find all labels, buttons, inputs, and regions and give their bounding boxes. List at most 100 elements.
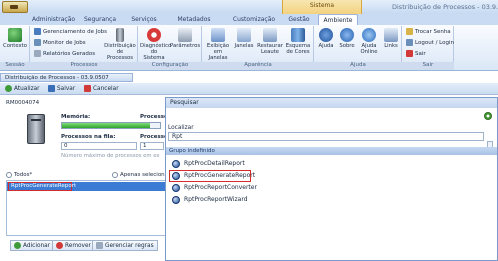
diagnostico-button[interactable]: Diagnóstico do Sistema: [140, 28, 171, 61]
sobre-label: Sobre: [339, 43, 355, 49]
gerenciamento-jobs-label: Gerenciamento de Jobs: [43, 28, 108, 35]
parametros-label: Parâmetros: [170, 43, 201, 49]
tab-servicos[interactable]: Serviços: [130, 14, 158, 25]
radio-apenas-circle[interactable]: [112, 172, 118, 178]
processos-label-cut-2: Processo: [140, 134, 168, 140]
exit-icon: [406, 50, 413, 57]
result-item-label: RptProcReportConverter: [184, 184, 257, 191]
radio-todos[interactable]: Todos*: [6, 172, 32, 178]
report-item-icon: [172, 184, 180, 192]
localizar-label: Localizar: [168, 125, 194, 131]
cancel-icon: [84, 85, 91, 92]
tab-gestao[interactable]: Gestão: [286, 14, 312, 25]
remover-button[interactable]: Remover: [52, 240, 95, 251]
context-tab-label: Sistema: [309, 2, 335, 9]
result-item[interactable]: RptProcDetailReport: [172, 159, 245, 169]
cancelar-label: Cancelar: [93, 85, 119, 92]
relatorios-gerados-button[interactable]: Relatórios Gerados: [34, 50, 95, 57]
max-processos-hint: Número máximo de processos em ex: [61, 153, 160, 159]
jobs-icon: [34, 28, 41, 35]
search-dialog-title: Pesquisar: [166, 98, 497, 108]
radio-apenas-selecionados[interactable]: Apenas selecion: [112, 172, 165, 178]
gerenciar-regras-button[interactable]: Gerenciar regras: [92, 240, 158, 251]
window-icon: [237, 28, 251, 42]
group-label-processos: Processos: [30, 62, 138, 70]
group-header: Grupo indefinido: [166, 147, 497, 155]
contexto-button[interactable]: Contexto: [2, 28, 28, 49]
ajuda-online-button[interactable]: Ajuda Online: [358, 28, 380, 55]
result-item[interactable]: RptProcReportWizard: [172, 195, 248, 205]
ajuda-button[interactable]: Ajuda: [316, 28, 336, 49]
result-item-label: RptProcDetailReport: [184, 160, 245, 167]
server-id: RM0004074: [6, 100, 40, 106]
salvar-label: Salvar: [57, 85, 76, 92]
app-logo[interactable]: [2, 1, 28, 13]
adicionar-button[interactable]: Adicionar: [10, 240, 55, 251]
add-icon: [14, 242, 21, 249]
refresh-icon: [5, 85, 12, 92]
processos-fila-label: Processos na fila:: [61, 134, 116, 140]
atualizar-label: Atualizar: [14, 85, 40, 92]
color-scheme-icon: [291, 28, 305, 42]
processos-fila-field: 0: [61, 142, 137, 150]
links-button[interactable]: Links: [381, 28, 401, 49]
salvar-button[interactable]: Salvar: [48, 85, 75, 92]
links-label: Links: [384, 43, 398, 49]
processos-label-cut: Processo: [140, 114, 168, 120]
exibicao-janelas-button[interactable]: Exibição em Janelas: [204, 28, 232, 61]
trocar-senha-button[interactable]: Trocar Senha: [406, 28, 451, 35]
parametros-button[interactable]: Parâmetros: [170, 28, 200, 49]
tab-administracao[interactable]: Administração: [32, 14, 75, 25]
tab-ambiente[interactable]: Ambiente: [318, 14, 358, 25]
search-input[interactable]: Rpt: [168, 132, 484, 141]
distribuicao-label: Distribuição de Processos: [104, 43, 136, 61]
ajuda-label: Ajuda: [318, 43, 334, 49]
report-icon: [34, 50, 41, 57]
diagnostic-icon: [147, 28, 161, 42]
server-icon: [116, 28, 124, 42]
cancelar-button[interactable]: Cancelar: [84, 85, 119, 92]
logout-login-button[interactable]: Logout / Login: [406, 39, 454, 46]
memory-progress-bar: [61, 122, 161, 129]
remover-label: Remover: [65, 242, 91, 249]
group-label-sair: Sair: [402, 62, 454, 70]
info-icon: [340, 28, 354, 42]
save-icon: [48, 85, 55, 92]
server-icon: [27, 114, 45, 144]
monitor-icon: [34, 39, 41, 46]
result-item-label: RptProcReportWizard: [184, 196, 248, 203]
sobre-button[interactable]: Sobre: [337, 28, 357, 49]
result-selection-box: [169, 170, 251, 182]
restaurar-label: Restaurar Leaute: [257, 43, 283, 55]
contexto-label: Contexto: [3, 43, 27, 49]
tab-customizacao[interactable]: Customização: [232, 14, 276, 25]
restaurar-leaute-button[interactable]: Restaurar Leaute: [256, 28, 284, 55]
monitor-jobs-button[interactable]: Monitor de Jobs: [34, 39, 86, 46]
esquema-cores-button[interactable]: Esquema de Cores: [284, 28, 312, 55]
memory-progress-fill: [62, 123, 151, 128]
result-item[interactable]: RptProcReportConverter: [172, 183, 257, 193]
key-icon: [406, 28, 413, 35]
sair-button[interactable]: Sair: [406, 50, 426, 57]
relatorios-gerados-label: Relatórios Gerados: [43, 50, 96, 57]
processos-second-field[interactable]: 1: [140, 142, 164, 150]
gerenciamento-jobs-button[interactable]: Gerenciamento de Jobs: [34, 28, 107, 35]
distribuicao-processos-button[interactable]: Distribuição de Processos: [104, 28, 136, 61]
document-tab[interactable]: Distribuição de Processos - 03.9.0507: [0, 73, 133, 82]
trocar-senha-label: Trocar Senha: [415, 28, 451, 35]
confirm-icon[interactable]: [484, 112, 492, 120]
atualizar-button[interactable]: Atualizar: [5, 85, 40, 92]
monitor-jobs-label: Monitor de Jobs: [43, 39, 86, 46]
group-label-sessao: Sessão: [0, 62, 30, 70]
content-area: [0, 96, 166, 261]
online-help-icon: [362, 28, 376, 42]
selected-process-item[interactable]: RptProcGenerateReport: [8, 182, 76, 191]
janelas-button[interactable]: Janelas: [232, 28, 256, 49]
tab-metadados[interactable]: Metadados (Beta): [168, 14, 220, 34]
link-icon: [384, 28, 398, 42]
group-label-aparencia: Aparência: [202, 62, 314, 70]
tab-seguranca[interactable]: Segurança: [84, 14, 116, 25]
radio-todos-circle[interactable]: [6, 172, 12, 178]
esquema-label: Esquema de Cores: [285, 43, 311, 55]
help-icon: [319, 28, 333, 42]
